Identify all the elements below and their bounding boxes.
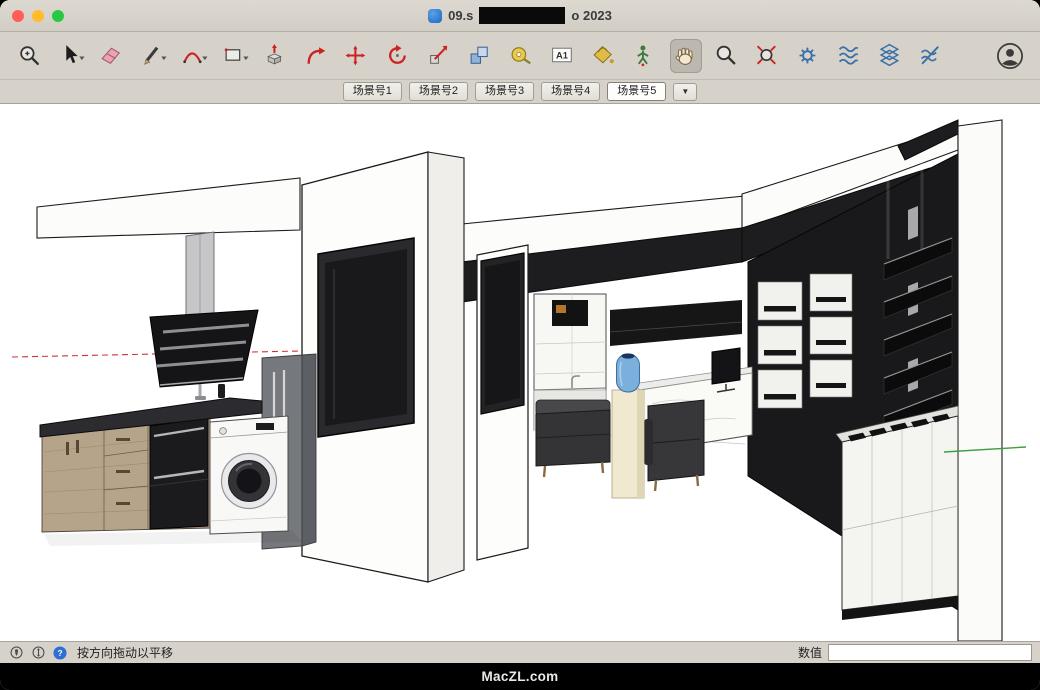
settings-tool[interactable] xyxy=(793,39,825,73)
watermark-text: MacZL.com xyxy=(482,669,559,684)
pan-tool[interactable] xyxy=(670,39,702,73)
zoom-window-icon xyxy=(17,43,44,68)
minimize-button[interactable] xyxy=(32,10,44,22)
viewport-canvas[interactable] xyxy=(0,104,1040,641)
zoom-tool[interactable] xyxy=(711,39,743,73)
svg-text:?: ? xyxy=(57,648,62,658)
scale-icon xyxy=(427,43,454,68)
sketchup-window: 09.s o 2023 xyxy=(0,0,1040,690)
document-icon xyxy=(428,9,442,23)
zoom-window-tool[interactable] xyxy=(14,39,46,73)
geolocation-button[interactable] xyxy=(8,645,24,661)
eraser-tool[interactable] xyxy=(96,39,128,73)
sections-tool[interactable] xyxy=(875,39,907,73)
window-title: 09.s o 2023 xyxy=(0,7,1040,24)
title-redaction xyxy=(479,7,565,24)
account-icon xyxy=(995,41,1025,71)
scene-tab-2[interactable]: 场景号2 xyxy=(409,82,468,101)
pan-directions-button[interactable] xyxy=(30,645,46,661)
fog-off-icon xyxy=(919,43,946,68)
status-hint: 按方向拖动以平移 xyxy=(77,644,173,661)
far-right-wall xyxy=(958,120,1002,641)
components-tool[interactable] xyxy=(465,39,497,73)
column-left xyxy=(302,152,464,582)
titlebar: 09.s o 2023 xyxy=(0,0,1040,32)
scene-tab-5[interactable]: 场景号5 xyxy=(607,82,666,101)
help-icon: ? xyxy=(52,645,68,661)
rotate-tool[interactable] xyxy=(383,39,415,73)
scene-tabs-dropdown[interactable]: ▼ xyxy=(673,83,697,101)
fog-tool[interactable] xyxy=(834,39,866,73)
cooktop-cabinet-run xyxy=(836,406,958,620)
statusbar: ? 按方向拖动以平移 数值 xyxy=(0,641,1040,663)
tape-measure-icon xyxy=(509,43,536,68)
position-camera-tool[interactable] xyxy=(629,39,661,73)
components-icon xyxy=(468,43,495,68)
measurement-label: 数值 xyxy=(798,644,822,661)
push-pull-icon xyxy=(263,43,290,68)
help-button[interactable]: ? xyxy=(52,645,68,661)
up-down-arrows-icon xyxy=(31,645,46,660)
measurement-input[interactable] xyxy=(828,644,1032,661)
range-hood xyxy=(150,232,258,387)
gear-icon xyxy=(796,43,823,68)
follow-me-icon xyxy=(304,43,331,68)
title-prefix: 09.s xyxy=(448,8,473,23)
paint-bucket-icon xyxy=(591,43,618,68)
zoom-icon xyxy=(714,43,741,68)
svg-text:A1: A1 xyxy=(555,51,567,61)
scene-tab-1[interactable]: 场景号1 xyxy=(343,82,402,101)
account-button[interactable] xyxy=(994,39,1026,73)
rectangle-icon xyxy=(222,43,249,68)
fog-toggle-tool[interactable] xyxy=(916,39,948,73)
column-right xyxy=(477,245,528,560)
pencil-icon xyxy=(140,43,167,68)
line-tool[interactable] xyxy=(137,39,169,73)
position-camera-icon xyxy=(632,43,659,68)
layers-icon xyxy=(878,43,905,68)
move-tool[interactable] xyxy=(342,39,374,73)
push-pull-tool[interactable] xyxy=(260,39,292,73)
model-scene xyxy=(0,104,1040,641)
arc-tool[interactable] xyxy=(178,39,210,73)
shapes-tool[interactable] xyxy=(219,39,251,73)
close-button[interactable] xyxy=(12,10,24,22)
move-icon xyxy=(345,43,372,68)
zoom-extents-tool[interactable] xyxy=(752,39,784,73)
select-icon xyxy=(58,43,85,68)
fog-icon xyxy=(837,43,864,68)
eraser-icon xyxy=(99,43,126,68)
follow-me-tool[interactable] xyxy=(301,39,333,73)
dimensions-tool[interactable]: A1 xyxy=(547,39,579,73)
toolbar: A1 xyxy=(0,32,1040,80)
scale-tool[interactable] xyxy=(424,39,456,73)
title-suffix: o 2023 xyxy=(571,8,611,23)
geolocation-icon xyxy=(9,645,24,660)
display-pillar xyxy=(612,353,644,498)
scene-tab-4[interactable]: 场景号4 xyxy=(541,82,600,101)
measurement-box: 数值 xyxy=(798,644,1032,661)
scene-tab-3[interactable]: 场景号3 xyxy=(475,82,534,101)
scene-tabs-bar: 场景号1 场景号2 场景号3 场景号4 场景号5 ▼ xyxy=(0,80,1040,104)
zoom-extents-icon xyxy=(755,43,782,68)
watermark-bar: MacZL.com xyxy=(0,663,1040,690)
arc-icon xyxy=(181,43,208,68)
tape-measure-tool[interactable] xyxy=(506,39,538,73)
washing-machine xyxy=(210,416,288,534)
pan-hand-icon xyxy=(673,43,700,68)
dimensions-icon: A1 xyxy=(550,43,577,68)
select-tool[interactable] xyxy=(55,39,87,73)
traffic-lights xyxy=(0,10,64,22)
maximize-button[interactable] xyxy=(52,10,64,22)
paint-bucket-tool[interactable] xyxy=(588,39,620,73)
rotate-icon xyxy=(386,43,413,68)
